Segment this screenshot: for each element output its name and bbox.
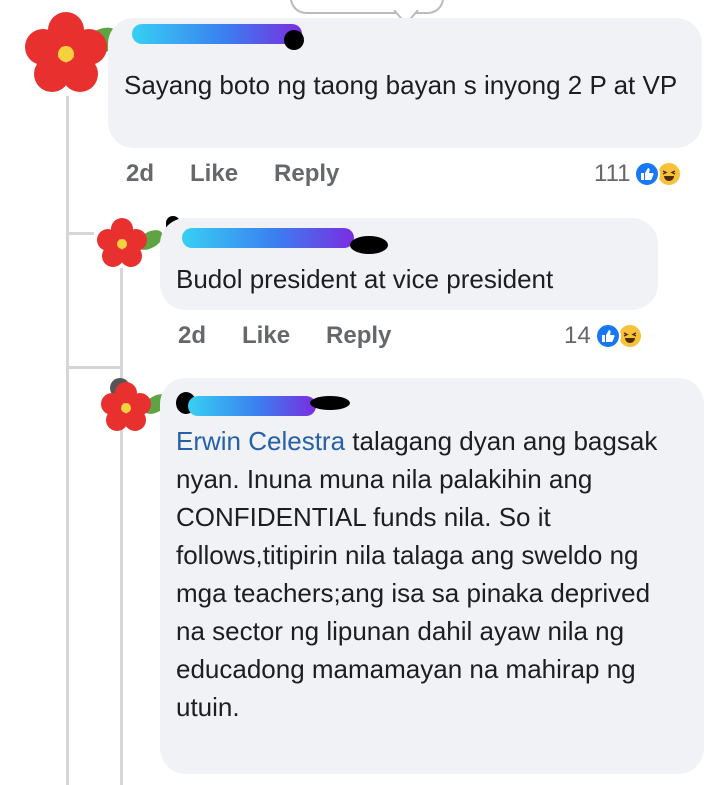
reaction-summary[interactable]: 14	[564, 322, 643, 350]
comment-timestamp[interactable]: 2d	[126, 160, 154, 188]
flower-icon	[97, 218, 163, 267]
redaction-mark	[310, 396, 350, 410]
like-button[interactable]: Like	[242, 322, 290, 350]
redaction-mark	[284, 30, 304, 50]
reply-button[interactable]: Reply	[274, 160, 339, 188]
avatar[interactable]	[92, 216, 163, 272]
redacted-author-name	[132, 24, 302, 44]
flower-icon	[25, 12, 119, 92]
flower-icon	[101, 378, 169, 431]
avatar[interactable]	[18, 8, 119, 98]
comment-text: Erwin Celestra talagang dyan ang bagsak …	[176, 422, 686, 726]
reaction-count: 14	[564, 322, 591, 349]
comment-bubble: Erwin Celestra talagang dyan ang bagsak …	[160, 378, 704, 774]
thread-line-connector-2	[66, 366, 120, 369]
like-button[interactable]: Like	[190, 160, 238, 188]
thread-line-connector-1	[66, 232, 94, 235]
reaction-count: 111	[594, 160, 631, 187]
mention-link[interactable]: Erwin Celestra	[176, 426, 345, 456]
redaction-mark	[350, 236, 388, 254]
comment-actions: 2d Like Reply	[126, 160, 339, 188]
comment-body: talagang dyan ang bagsak nyan. Inuna mun…	[176, 426, 658, 722]
thread-line-main	[66, 96, 69, 785]
like-icon	[594, 323, 621, 349]
reaction-summary[interactable]: 111	[594, 160, 683, 188]
redacted-author-name	[182, 228, 354, 248]
redacted-author-name	[188, 396, 316, 416]
reply-button[interactable]: Reply	[326, 322, 391, 350]
comment-text: Sayang boto ng taong bayan s inyong 2 P …	[124, 70, 678, 100]
comment-actions: 2d Like Reply	[178, 322, 391, 350]
comment-timestamp[interactable]: 2d	[178, 322, 206, 350]
haha-icon	[656, 161, 683, 187]
comment-text: Budol president at vice president	[176, 264, 554, 294]
comment-bubble: Budol president at vice president	[160, 218, 658, 310]
avatar[interactable]	[96, 374, 169, 434]
comment-bubble: Sayang boto ng taong bayan s inyong 2 P …	[108, 18, 702, 148]
thread-line-vertical-2	[120, 268, 123, 785]
like-icon	[634, 161, 661, 187]
